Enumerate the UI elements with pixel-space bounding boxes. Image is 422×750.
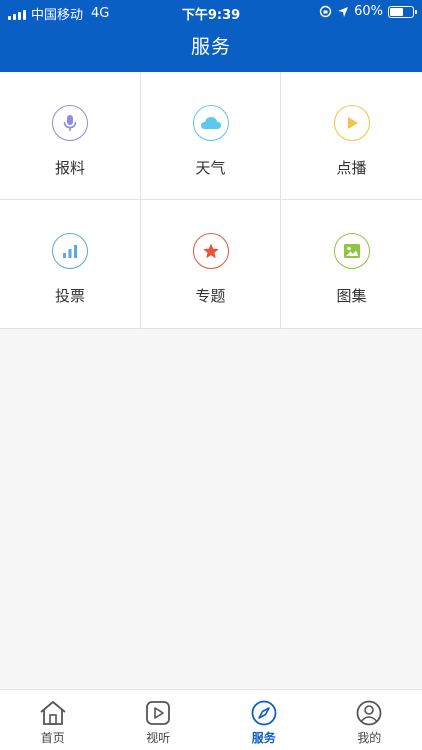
battery-icon xyxy=(388,5,417,18)
star-icon xyxy=(192,233,229,269)
orientation-lock-icon xyxy=(319,5,332,18)
status-bar: 中国移动 4G 下午9:39 60% xyxy=(0,0,422,24)
service-grid: 报料 天气 点播 投票 专题 图集 xyxy=(0,72,422,329)
battery-percent: 60% xyxy=(354,4,383,19)
service-label: 图集 xyxy=(336,287,367,305)
bar-chart-icon xyxy=(52,233,88,269)
microphone-icon xyxy=(52,105,88,141)
service-label: 专题 xyxy=(195,287,226,305)
service-label: 报料 xyxy=(54,159,85,177)
header-bar: 中国移动 4G 下午9:39 60% 服务 xyxy=(0,0,422,72)
tab-label: 首页 xyxy=(40,731,65,745)
user-icon xyxy=(356,700,382,726)
service-label: 天气 xyxy=(195,159,226,177)
service-gallery[interactable]: 图集 xyxy=(281,200,422,329)
tab-video[interactable]: 视听 xyxy=(106,690,212,750)
tab-services[interactable]: 服务 xyxy=(211,690,317,750)
service-label: 点播 xyxy=(336,159,367,177)
bottom-tab-bar: 首页 视听 服务 我的 xyxy=(0,689,422,750)
home-icon xyxy=(40,701,66,725)
location-icon xyxy=(338,6,349,17)
service-label: 投票 xyxy=(54,287,85,305)
service-vote[interactable]: 投票 xyxy=(0,200,141,329)
tab-label: 视听 xyxy=(146,731,171,745)
tab-label: 我的 xyxy=(357,731,382,745)
service-report[interactable]: 报料 xyxy=(0,72,141,200)
service-on-demand[interactable]: 点播 xyxy=(281,72,422,200)
video-play-icon xyxy=(146,701,171,725)
tab-label: 服务 xyxy=(251,731,276,745)
play-icon xyxy=(333,105,370,141)
image-icon xyxy=(333,233,370,269)
tab-profile[interactable]: 我的 xyxy=(317,690,422,750)
compass-icon xyxy=(251,700,277,726)
tab-home[interactable]: 首页 xyxy=(0,690,106,750)
service-weather[interactable]: 天气 xyxy=(141,72,281,200)
service-special-topic[interactable]: 专题 xyxy=(141,200,281,329)
cloud-icon xyxy=(192,105,229,141)
page-title: 服务 xyxy=(190,36,231,58)
